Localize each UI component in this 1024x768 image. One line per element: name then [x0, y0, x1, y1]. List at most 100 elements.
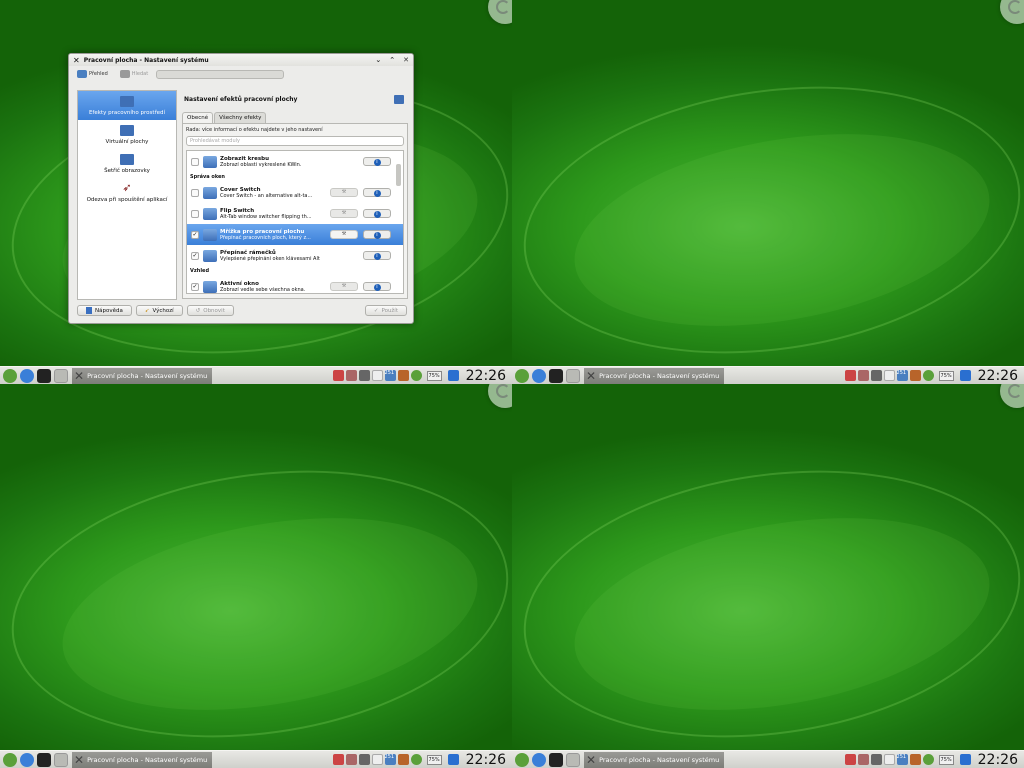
flag-icon[interactable] — [332, 754, 344, 765]
back-button[interactable]: Přehled — [77, 70, 108, 78]
printer-icon[interactable] — [358, 370, 370, 381]
tab-general[interactable]: Obecné — [182, 112, 214, 123]
sidebar-item-desktop-effects[interactable]: Efekty pracovního prostředí — [78, 91, 176, 120]
terminal-icon[interactable] — [37, 368, 51, 383]
package-icon[interactable] — [909, 754, 921, 765]
terminal-icon[interactable] — [549, 368, 563, 383]
checkbox[interactable]: ✓ — [191, 230, 199, 239]
updates-badge[interactable]: 251 — [384, 754, 396, 765]
battery-indicator[interactable]: 75% — [938, 754, 954, 765]
checkbox[interactable] — [191, 188, 199, 197]
list-item[interactable]: Flip Switch Alt-Tab window switcher flipp… — [187, 203, 403, 224]
apply-button[interactable]: ✓ Použít — [364, 305, 407, 316]
scrollbar-thumb[interactable] — [396, 164, 401, 186]
info-button[interactable]: i — [363, 188, 391, 197]
kickoff-menu-icon[interactable] — [515, 752, 529, 767]
task-item[interactable]: ✕ Pracovní plocha - Nastavení systému — [72, 367, 212, 384]
pager-icon[interactable] — [566, 752, 580, 767]
package-icon[interactable] — [909, 370, 921, 381]
configure-button[interactable]: ⚒ — [330, 188, 358, 197]
defaults-button[interactable]: ➹ Výchozí — [135, 305, 183, 316]
minimize-icon[interactable]: ⌄ — [375, 56, 381, 64]
updates-badge[interactable]: 251 — [896, 754, 908, 765]
pager-icon[interactable] — [54, 368, 68, 383]
list-item-selected[interactable]: ✓ Mřížka pro pracovní plochu Přepínač pra… — [187, 224, 403, 245]
notes-icon[interactable] — [883, 370, 895, 381]
configure-button[interactable]: ⚒ — [330, 230, 358, 239]
clock[interactable]: 22:26 — [978, 752, 1018, 768]
list-item[interactable]: Zobrazit kresbu Zobrazí oblasti vykreslen… — [187, 151, 403, 172]
notes-icon[interactable] — [371, 370, 383, 381]
browser-icon[interactable] — [532, 368, 546, 383]
printer-icon[interactable] — [358, 754, 370, 765]
battery-indicator[interactable]: 75% — [426, 754, 442, 765]
cashew-icon[interactable] — [488, 0, 512, 24]
show-desktop-icon[interactable] — [447, 370, 459, 381]
show-desktop-icon[interactable] — [447, 754, 459, 765]
clock[interactable]: 22:26 — [466, 368, 506, 384]
list-item[interactable]: Cover Switch Cover Switch - an alternativ… — [187, 182, 403, 203]
help-button[interactable]: Nápověda — [77, 305, 132, 316]
info-button[interactable]: i — [363, 209, 391, 218]
network-icon[interactable] — [345, 370, 357, 381]
sidebar-item-virtual-desktops[interactable]: Virtuální plochy — [78, 120, 176, 149]
battery-indicator[interactable]: 75% — [426, 370, 442, 381]
kickoff-menu-icon[interactable] — [3, 752, 17, 767]
sidebar-item-screensaver[interactable]: Šetřič obrazovky — [78, 149, 176, 178]
cashew-icon[interactable] — [1000, 0, 1024, 24]
checkbox[interactable] — [191, 209, 199, 218]
show-desktop-icon[interactable] — [959, 370, 971, 381]
updates-badge[interactable]: 251 — [384, 370, 396, 381]
network-icon[interactable] — [857, 754, 869, 765]
flag-icon[interactable] — [844, 370, 856, 381]
updates-badge[interactable]: 251 — [896, 370, 908, 381]
package-icon[interactable] — [397, 370, 409, 381]
search-input[interactable] — [156, 69, 285, 79]
clock[interactable]: 22:26 — [466, 752, 506, 768]
pager-icon[interactable] — [566, 368, 580, 383]
checkbox[interactable] — [191, 157, 199, 166]
info-button[interactable]: i — [363, 251, 391, 260]
flag-icon[interactable] — [844, 754, 856, 765]
task-item[interactable]: ✕ Pracovní plocha - Nastavení systému — [72, 751, 212, 768]
info-button[interactable]: i — [363, 230, 391, 239]
checkbox[interactable]: ✓ — [191, 251, 199, 260]
maximize-icon[interactable]: ⌃ — [389, 56, 395, 64]
cashew-icon[interactable] — [488, 384, 512, 408]
show-desktop-icon[interactable] — [959, 754, 971, 765]
close-icon[interactable]: ✕ — [403, 56, 409, 64]
network-icon[interactable] — [857, 370, 869, 381]
browser-icon[interactable] — [532, 752, 546, 767]
printer-icon[interactable] — [870, 754, 882, 765]
clock[interactable]: 22:26 — [978, 368, 1018, 384]
update-icon[interactable] — [922, 754, 934, 765]
tab-all-effects[interactable]: Všechny efekty — [214, 112, 267, 123]
scrollbar[interactable] — [395, 152, 402, 292]
configure-button[interactable]: ⚒ — [330, 209, 358, 218]
terminal-icon[interactable] — [37, 752, 51, 767]
update-icon[interactable] — [410, 370, 422, 381]
browser-icon[interactable] — [20, 752, 34, 767]
reset-button[interactable]: ↺ Obnovit — [186, 305, 234, 316]
flag-icon[interactable] — [332, 370, 344, 381]
notes-icon[interactable] — [883, 754, 895, 765]
terminal-icon[interactable] — [549, 752, 563, 767]
notes-icon[interactable] — [371, 754, 383, 765]
update-icon[interactable] — [410, 754, 422, 765]
search-button[interactable]: Hledat — [119, 70, 148, 78]
sidebar-item-launch-feedback[interactable]: ➶ Odezva při spouštění aplikací — [78, 178, 176, 207]
kickoff-menu-icon[interactable] — [3, 368, 17, 383]
network-icon[interactable] — [345, 754, 357, 765]
list-item[interactable]: ✓ Přepínač rámečků Vylepšené přepínání ok… — [187, 245, 403, 266]
cashew-icon[interactable] — [1000, 384, 1024, 408]
package-icon[interactable] — [397, 754, 409, 765]
titlebar[interactable]: ✕ Pracovní plocha - Nastavení systému ⌄ … — [69, 54, 413, 66]
configure-button[interactable]: ⚒ — [330, 282, 358, 291]
kickoff-menu-icon[interactable] — [515, 368, 529, 383]
info-button[interactable]: i — [363, 282, 391, 291]
checkbox[interactable]: ✓ — [191, 282, 199, 291]
task-item[interactable]: ✕ Pracovní plocha - Nastavení systému — [584, 367, 724, 384]
task-item[interactable]: ✕ Pracovní plocha - Nastavení systému — [584, 751, 724, 768]
update-icon[interactable] — [922, 370, 934, 381]
info-button[interactable]: i — [363, 157, 391, 166]
